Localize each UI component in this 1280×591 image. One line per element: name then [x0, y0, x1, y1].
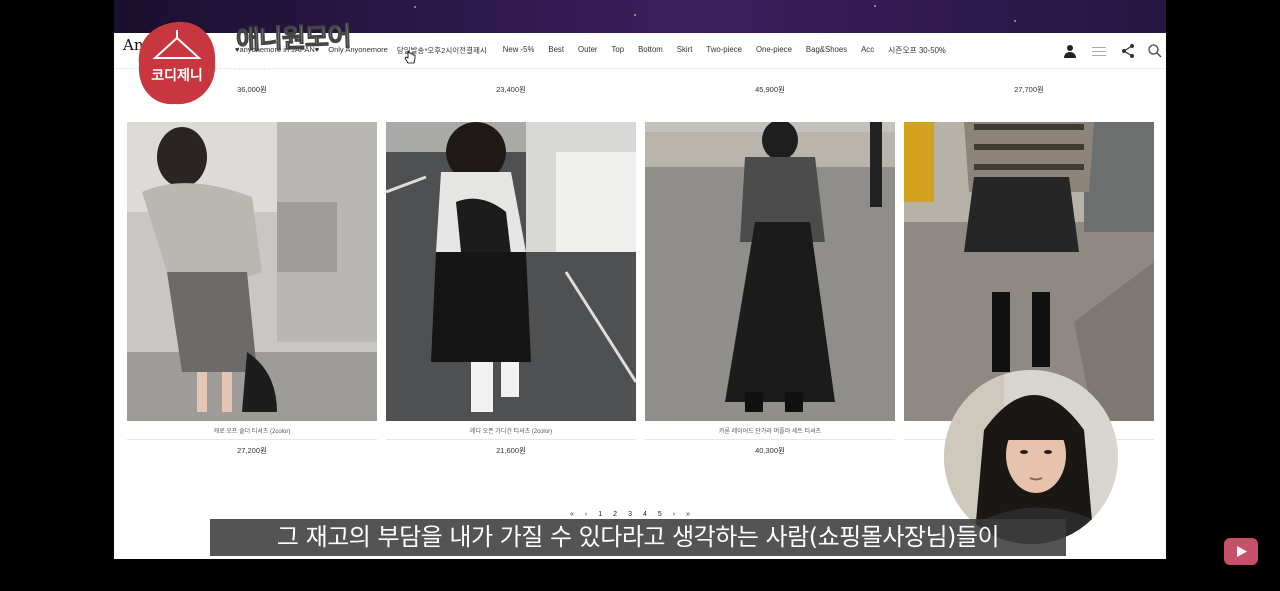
pagination: « ‹ 1 2 3 4 5 › » [570, 511, 690, 518]
nav-cat-bag-shoes[interactable]: Bag&Shoes [806, 45, 847, 56]
divider [645, 439, 895, 440]
page-2[interactable]: 2 [613, 511, 617, 518]
nav-cat-new[interactable]: New -5% [503, 45, 535, 56]
handwritten-title: 애니원모어 [235, 22, 352, 57]
search-icon[interactable] [1147, 43, 1163, 59]
product-price: 27,200원 [237, 446, 267, 455]
product-image-1[interactable] [127, 122, 377, 421]
nav-cat-skirt[interactable]: Skirt [677, 45, 693, 56]
youtube-button[interactable] [1224, 538, 1258, 565]
video-subtitle: 그 재고의 부담을 내가 가질 수 있다라고 생각하는 사람(쇼핑몰사장님)들이 [210, 519, 1066, 556]
nav-cat-one-piece[interactable]: One-piece [756, 45, 792, 56]
nav-cat-top[interactable]: Top [612, 45, 625, 56]
page-1[interactable]: 1 [598, 511, 602, 518]
page-5[interactable]: 5 [658, 511, 662, 518]
channel-badge: 코디제니 [135, 20, 219, 108]
nav-cat-acc[interactable]: Acc [861, 45, 874, 56]
product-price: 40,300원 [755, 446, 785, 455]
user-icon[interactable] [1062, 43, 1078, 59]
page-3[interactable]: 3 [628, 511, 632, 518]
product-price: 23,400원 [496, 85, 526, 94]
badge-text: 코디제니 [151, 68, 203, 84]
nav-cat-outer[interactable]: Outer [578, 45, 598, 56]
nav-cat-bottom[interactable]: Bottom [638, 45, 663, 56]
product-image-2[interactable] [386, 122, 636, 421]
page-first[interactable]: « [570, 511, 574, 518]
page-next[interactable]: › [673, 511, 675, 518]
nav-cat-two-piece[interactable]: Two-piece [706, 45, 742, 56]
page-last[interactable]: » [686, 511, 690, 518]
page-4[interactable]: 4 [643, 511, 647, 518]
share-icon[interactable] [1120, 43, 1136, 59]
product-name[interactable]: 캐로 오프 숄더 티셔츠 (2color) [127, 426, 377, 435]
product-price: 27,700원 [1014, 85, 1044, 94]
nav-cat-best[interactable]: Best [548, 45, 564, 56]
nav-cat-season-off[interactable]: 시즌오프 30-50% [888, 45, 946, 56]
product-image-3[interactable] [645, 122, 895, 421]
hand-cursor-icon [404, 50, 416, 64]
product-name[interactable]: 레디 오픈 가디건 티셔츠 (2color) [386, 426, 636, 435]
product-price: 45,900원 [755, 85, 785, 94]
divider [386, 439, 636, 440]
play-icon [1237, 546, 1247, 557]
webcam-overlay [944, 370, 1118, 544]
video-frame: An ♥anyonemore in JAPAN♥ Only Anyonemore… [0, 0, 1280, 591]
page-prev[interactable]: ‹ [585, 511, 587, 518]
product-name[interactable]: 카론 레이어드 단가라 머플러 세트 티셔츠 [645, 426, 895, 435]
menu-icon[interactable] [1091, 43, 1107, 59]
product-price: 21,600원 [496, 446, 526, 455]
divider [127, 439, 377, 440]
